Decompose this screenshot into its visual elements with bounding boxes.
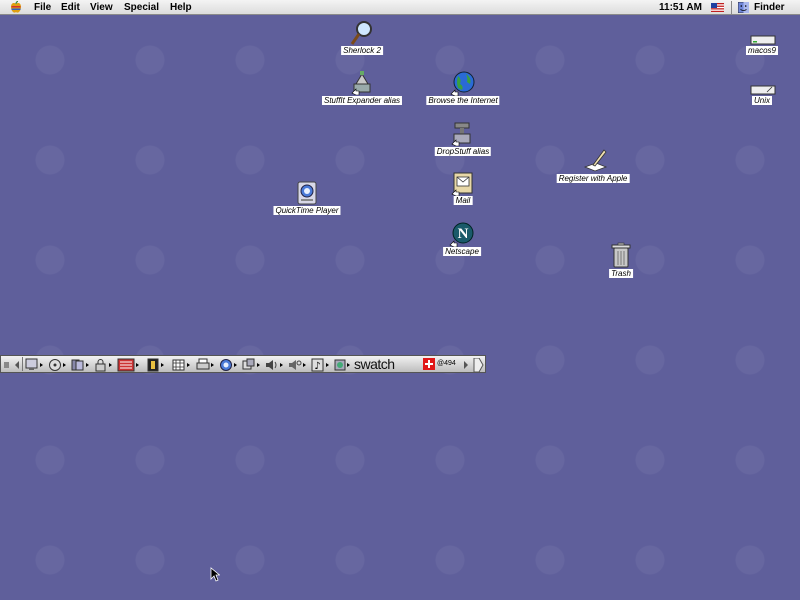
apple-menu-icon[interactable] bbox=[9, 1, 23, 14]
quicktime-module-icon[interactable] bbox=[218, 357, 240, 371]
svg-text:N: N bbox=[458, 226, 469, 242]
control-strip-scroll-left[interactable] bbox=[13, 357, 21, 371]
mail-icon bbox=[451, 172, 473, 196]
strip-divider bbox=[22, 357, 23, 371]
desktop-icon-label: Trash bbox=[609, 269, 633, 278]
printer-module-icon[interactable] bbox=[195, 357, 217, 371]
quicktime-icon bbox=[297, 181, 317, 205]
desktop-icon-label: Netscape bbox=[443, 247, 481, 256]
magnifier-icon bbox=[350, 21, 372, 45]
desktop-icon-label: QuickTime Player bbox=[273, 206, 341, 215]
app-name[interactable]: Finder bbox=[754, 1, 785, 14]
mouse-cursor-icon bbox=[210, 567, 220, 582]
file-sharing-module-icon[interactable] bbox=[70, 357, 92, 371]
desktop-icon-label: macos9 bbox=[745, 46, 779, 55]
control-strip-scroll-right[interactable] bbox=[462, 357, 470, 371]
stuffit-icon bbox=[351, 71, 371, 95]
desktop-icon-label: Mail bbox=[453, 196, 473, 205]
dropstuff-icon bbox=[451, 122, 471, 146]
menubar-divider bbox=[731, 1, 732, 14]
internet-beat-time[interactable]: @494 bbox=[437, 359, 456, 369]
sound-source-module-icon[interactable] bbox=[145, 357, 167, 372]
menu-file[interactable]: File bbox=[34, 1, 51, 14]
finder-icon[interactable] bbox=[738, 2, 749, 13]
clock[interactable]: 11:51 AM bbox=[659, 1, 702, 14]
music-cd-module-icon[interactable]: ♪ bbox=[310, 357, 332, 372]
desktop-icon-label: Unix bbox=[751, 96, 773, 105]
us-flag-keyboard-icon[interactable] bbox=[711, 3, 724, 12]
desktop-icon-label: StuffIt Expander alias bbox=[321, 96, 403, 105]
swatch-brand[interactable]: swatch bbox=[354, 356, 395, 372]
web-sharing-module-icon[interactable] bbox=[333, 357, 353, 371]
cd-module-icon[interactable] bbox=[47, 357, 69, 371]
control-strip: ♪ swatch @494 bbox=[0, 355, 486, 373]
hard-disk-icon bbox=[750, 85, 776, 95]
menu-special[interactable]: Special bbox=[124, 1, 159, 14]
menu-view[interactable]: View bbox=[90, 1, 113, 14]
desktop-icon-label: Browse the Internet bbox=[426, 96, 500, 105]
menu-edit[interactable]: Edit bbox=[61, 1, 80, 14]
appletalk-module-icon[interactable] bbox=[171, 357, 193, 371]
speech-module-icon[interactable] bbox=[287, 357, 309, 371]
volume-module-icon[interactable] bbox=[264, 357, 286, 371]
pen-icon bbox=[583, 149, 608, 172]
control-strip-collapse-tab[interactable] bbox=[2, 357, 11, 371]
desktop-icon-label: DropStuff alias bbox=[434, 147, 492, 156]
menu-help[interactable]: Help bbox=[170, 1, 192, 14]
control-strip-end-tab[interactable] bbox=[473, 357, 484, 373]
monitor-module-icon[interactable] bbox=[24, 357, 46, 371]
netscape-icon: N bbox=[449, 222, 474, 247]
desktop-icon-label: Register with Apple bbox=[556, 174, 630, 183]
globe-icon bbox=[450, 71, 475, 96]
desktop-icon-label: Sherlock 2 bbox=[341, 46, 383, 55]
menu-bar: File Edit View Special Help 11:51 AM Fin… bbox=[0, 0, 800, 15]
svg-text:♪: ♪ bbox=[314, 361, 320, 372]
trash-icon bbox=[611, 242, 631, 268]
location-manager-module-icon[interactable] bbox=[116, 357, 142, 372]
swiss-flag-icon bbox=[423, 358, 435, 370]
remote-access-module-icon[interactable] bbox=[241, 357, 263, 371]
keychain-module-icon[interactable] bbox=[93, 357, 115, 372]
hard-disk-icon bbox=[750, 35, 776, 45]
